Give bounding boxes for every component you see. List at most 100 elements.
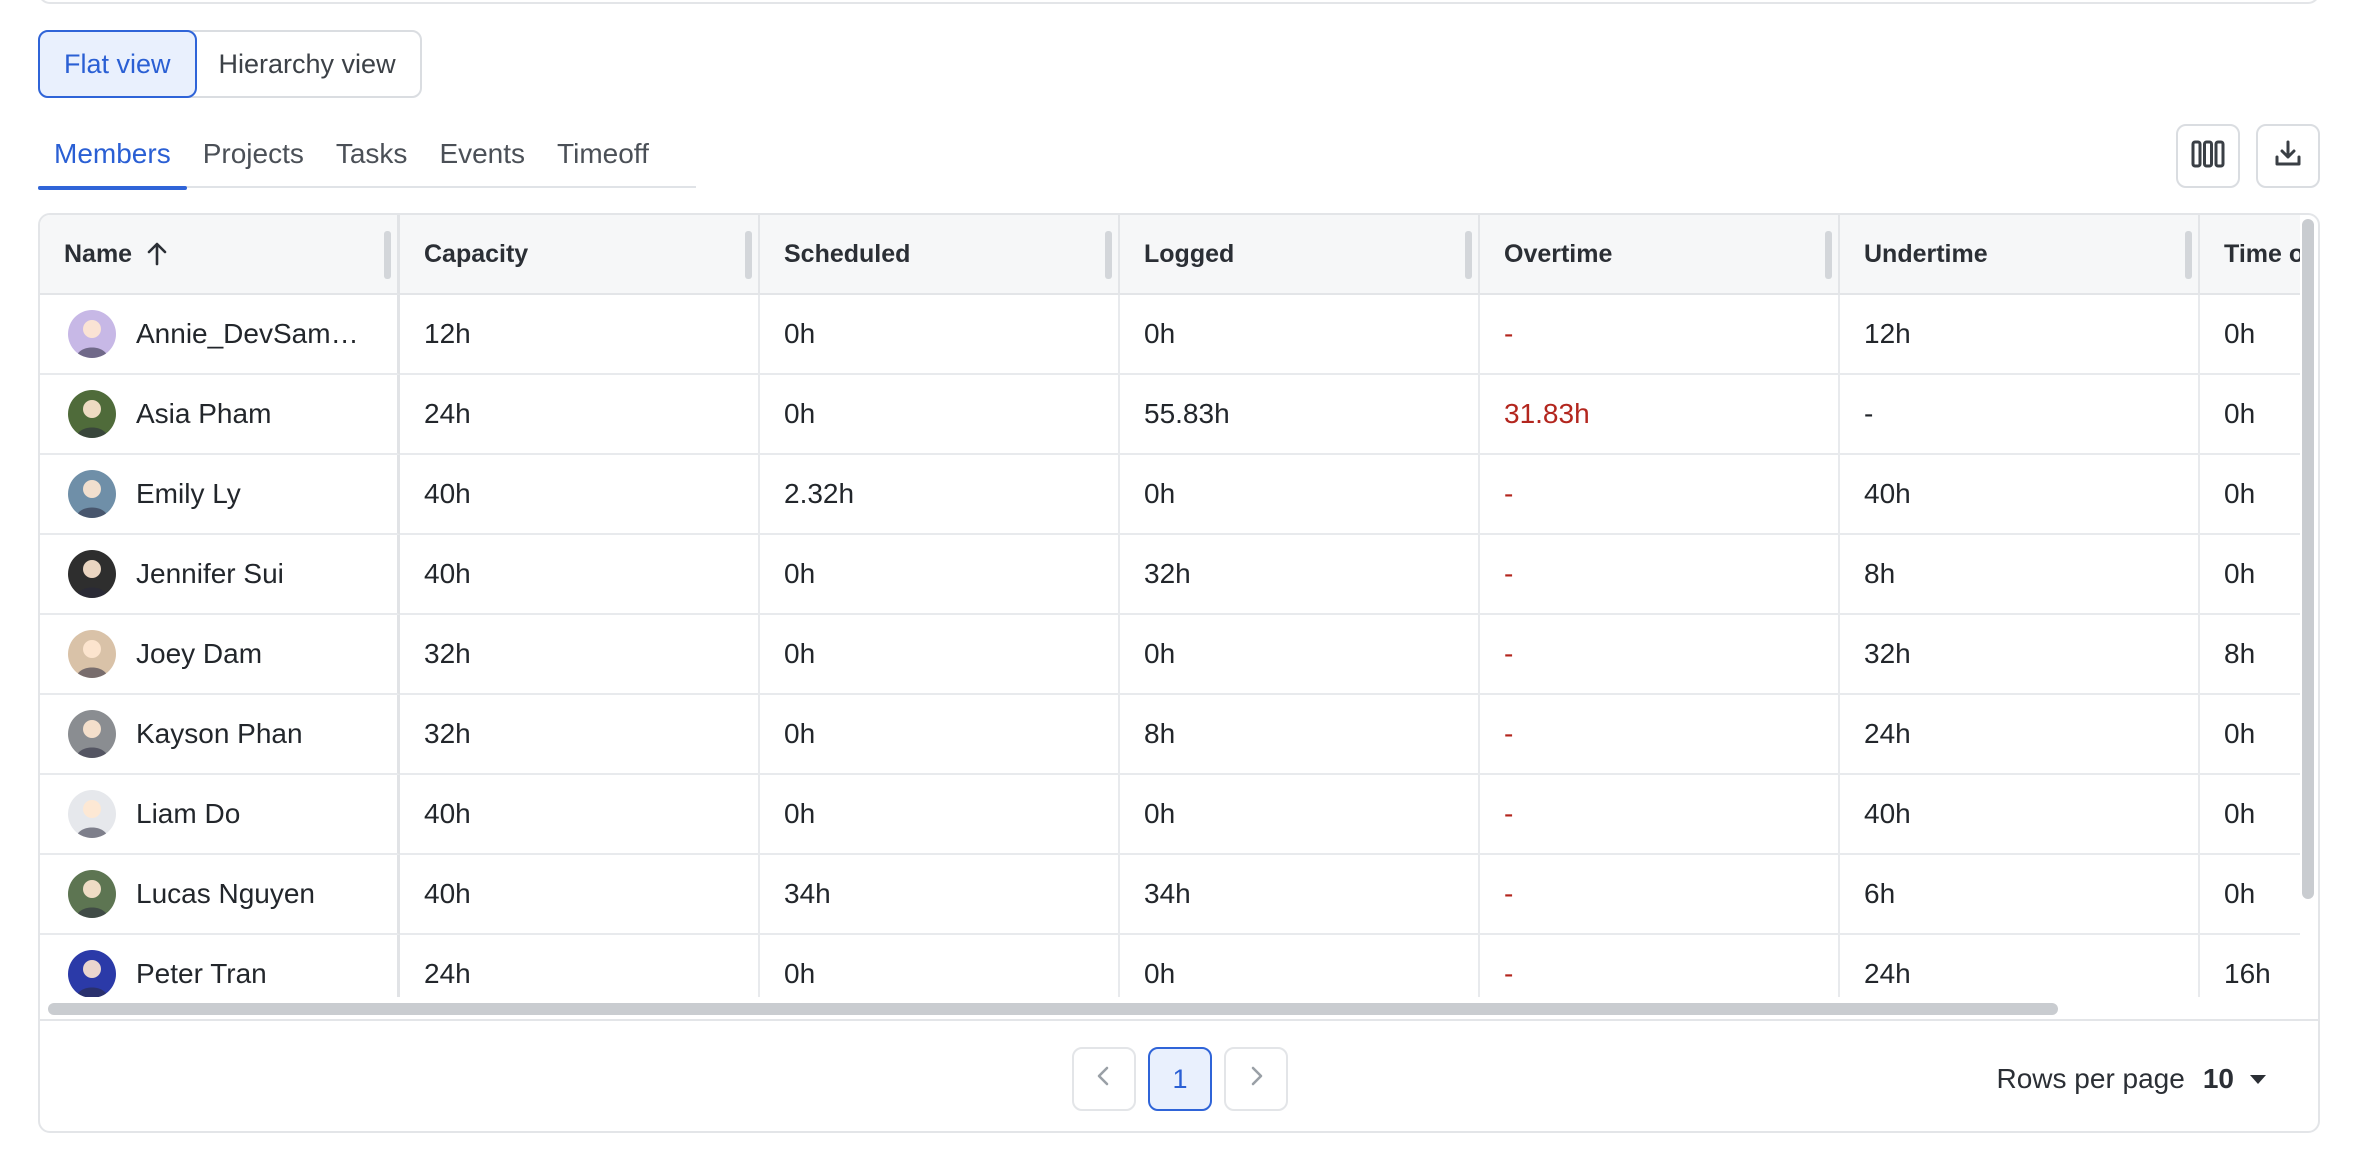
column-header-capacity[interactable]: Capacity	[400, 215, 760, 295]
column-header-overtime[interactable]: Overtime	[1480, 215, 1840, 295]
next-page-button[interactable]	[1224, 1047, 1288, 1111]
column-header-logged[interactable]: Logged	[1120, 215, 1480, 295]
column-resize-handle[interactable]	[1465, 231, 1472, 279]
column-resize-handle[interactable]	[2185, 231, 2192, 279]
table-cell-scheduled: 0h	[760, 375, 1120, 455]
member-name: Annie_DevSampleUser	[136, 318, 366, 349]
member-name: Liam Do	[136, 798, 241, 829]
table-cell-name[interactable]: Peter Tran	[40, 935, 400, 999]
avatar	[68, 870, 116, 918]
member-name: Joey Dam	[136, 638, 263, 669]
table-cell-undertime: -	[1840, 375, 2200, 455]
table-cell-capacity: 40h	[400, 535, 760, 615]
table-cell-time-off: 0h	[2200, 855, 2300, 935]
table-cell-time-off: 0h	[2200, 375, 2300, 455]
page-1-button[interactable]: 1	[1148, 1047, 1212, 1111]
tab-tasks[interactable]: Tasks	[320, 128, 424, 188]
table-cell-logged: 0h	[1120, 455, 1480, 535]
member-name: Peter Tran	[136, 958, 267, 989]
column-header-undertime[interactable]: Undertime	[1840, 215, 2200, 295]
table-cell-undertime: 6h	[1840, 855, 2200, 935]
table-cell-time-off: 0h	[2200, 295, 2300, 375]
table-cell-scheduled: 2.32h	[760, 455, 1120, 535]
column-resize-handle[interactable]	[384, 231, 391, 279]
download-button[interactable]	[2256, 124, 2320, 188]
tab-timeoff[interactable]: Timeoff	[541, 128, 665, 188]
table-cell-overtime: -	[1480, 855, 1840, 935]
rows-per-page-label: Rows per page	[1996, 1063, 2185, 1094]
member-name: Emily Ly	[136, 478, 241, 509]
table-cell-time-off: 0h	[2200, 455, 2300, 535]
table-cell-scheduled: 0h	[760, 695, 1120, 775]
vertical-scrollbar[interactable]	[2302, 219, 2314, 899]
table-cell-undertime: 40h	[1840, 775, 2200, 855]
table-cell-undertime: 24h	[1840, 695, 2200, 775]
column-header-name[interactable]: Name	[40, 215, 400, 295]
flat-view-button[interactable]: Flat view	[38, 30, 197, 98]
table-cell-capacity: 12h	[400, 295, 760, 375]
table-cell-capacity: 40h	[400, 775, 760, 855]
previous-page-button[interactable]	[1072, 1047, 1136, 1111]
table-cell-capacity: 40h	[400, 455, 760, 535]
table-cell-capacity: 32h	[400, 615, 760, 695]
table-cell-logged: 8h	[1120, 695, 1480, 775]
avatar	[68, 710, 116, 758]
column-header-label: Time off	[2224, 239, 2300, 268]
avatar	[68, 390, 116, 438]
columns-button[interactable]	[2176, 124, 2240, 188]
table-cell-scheduled: 0h	[760, 535, 1120, 615]
column-header-label: Undertime	[1864, 239, 1988, 268]
table-cell-scheduled: 0h	[760, 775, 1120, 855]
column-resize-handle[interactable]	[1825, 231, 1832, 279]
column-header-label: Name	[64, 239, 133, 268]
download-icon	[2272, 138, 2304, 175]
report-tabs: Members Projects Tasks Events Timeoff	[38, 128, 696, 190]
table-cell-name[interactable]: Jennifer Sui	[40, 535, 400, 615]
table-cell-overtime: -	[1480, 455, 1840, 535]
table-cell-name[interactable]: Annie_DevSampleUser	[40, 295, 400, 375]
table-cell-name[interactable]: Liam Do	[40, 775, 400, 855]
sort-ascending-icon[interactable]	[144, 241, 170, 267]
table-cell-logged: 0h	[1120, 615, 1480, 695]
column-header-time-off[interactable]: Time off	[2200, 215, 2300, 295]
member-name: Kayson Phan	[136, 718, 303, 749]
table-cell-time-off: 8h	[2200, 615, 2300, 695]
table-cell-scheduled: 0h	[760, 615, 1120, 695]
column-header-label: Scheduled	[784, 239, 911, 268]
table-cell-capacity: 32h	[400, 695, 760, 775]
table-viewport[interactable]: Name Capacity Scheduled Logged Overtime …	[40, 215, 2300, 999]
table-cell-time-off: 16h	[2200, 935, 2300, 999]
table-cell-name[interactable]: Lucas Nguyen	[40, 855, 400, 935]
top-card-edge	[38, 0, 2320, 4]
table-cell-name[interactable]: Joey Dam	[40, 615, 400, 695]
table-cell-logged: 55.83h	[1120, 375, 1480, 455]
table-cell-name[interactable]: Emily Ly	[40, 455, 400, 535]
table-cell-logged: 32h	[1120, 535, 1480, 615]
column-header-scheduled[interactable]: Scheduled	[760, 215, 1120, 295]
table-cell-overtime: 31.83h	[1480, 375, 1840, 455]
tab-projects[interactable]: Projects	[187, 128, 320, 188]
table-cell-logged: 0h	[1120, 775, 1480, 855]
tab-members[interactable]: Members	[38, 128, 187, 190]
hierarchy-view-button[interactable]: Hierarchy view	[195, 32, 420, 96]
members-table: Name Capacity Scheduled Logged Overtime …	[38, 213, 2320, 1133]
horizontal-scrollbar[interactable]	[48, 1003, 2058, 1015]
column-resize-handle[interactable]	[1105, 231, 1112, 279]
table-cell-overtime: -	[1480, 535, 1840, 615]
table-cell-scheduled: 0h	[760, 295, 1120, 375]
table-cell-overtime: -	[1480, 615, 1840, 695]
horizontal-scrollbar-track	[40, 997, 2318, 1021]
table-cell-scheduled: 34h	[760, 855, 1120, 935]
chevron-right-icon	[1246, 1064, 1266, 1095]
member-name: Lucas Nguyen	[136, 878, 316, 909]
column-resize-handle[interactable]	[745, 231, 752, 279]
rows-per-page-select[interactable]: 10	[2203, 1063, 2268, 1095]
rows-per-page-value: 10	[2202, 1063, 2234, 1094]
table-cell-overtime: -	[1480, 935, 1840, 999]
column-header-label: Overtime	[1504, 239, 1613, 268]
table-cell-name[interactable]: Asia Pham	[40, 375, 400, 455]
table-cell-logged: 0h	[1120, 935, 1480, 999]
avatar	[68, 630, 116, 678]
table-cell-name[interactable]: Kayson Phan	[40, 695, 400, 775]
tab-events[interactable]: Events	[423, 128, 541, 188]
